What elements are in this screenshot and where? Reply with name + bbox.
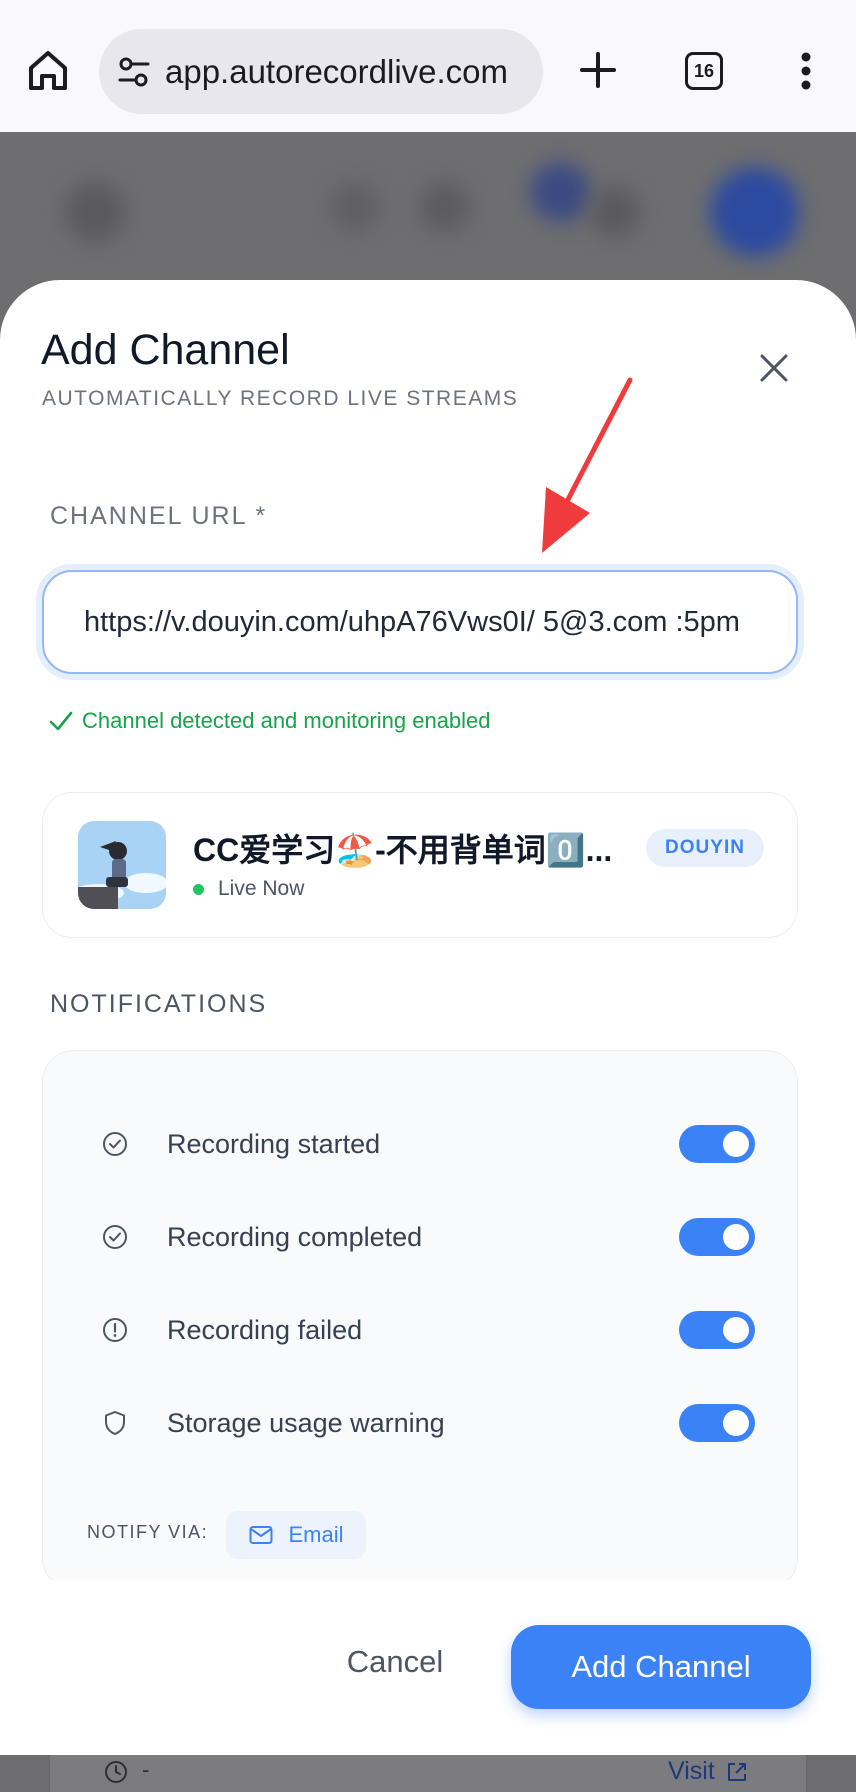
detected-text: Channel detected and monitoring enabled — [82, 708, 491, 733]
shield-icon — [105, 1411, 125, 1435]
background-list-row: - Visit — [48, 1755, 808, 1792]
platform-badge: DOUYIN — [646, 829, 764, 867]
tab-count: 16 — [693, 60, 715, 81]
channel-url-label: CHANNEL URL * — [50, 502, 268, 530]
channel-name: CC爱学习🏖️-不用背单词0️⃣... — [193, 832, 613, 868]
address-bar[interactable]: app.autorecordlive.com — [99, 29, 543, 114]
blurred-icon — [420, 182, 470, 232]
time-value: - — [142, 1757, 150, 1782]
dialog-footer: Cancel Add Channel — [0, 1580, 856, 1755]
blurred-icon — [590, 187, 640, 237]
live-dot-icon — [193, 883, 204, 895]
channel-detected-message: Channel detected and monitoring enabled — [48, 708, 491, 734]
notification-row-recording-completed: Recording completed — [43, 1207, 799, 1267]
blurred-icon — [65, 182, 125, 242]
notification-label: Recording completed — [167, 1221, 423, 1252]
notification-row-recording-started: Recording started — [43, 1114, 799, 1174]
notification-label: Recording started — [167, 1128, 381, 1159]
visit-link[interactable]: Visit — [668, 1757, 749, 1786]
notification-row-recording-failed: Recording failed — [43, 1300, 799, 1360]
toggle-knob — [723, 1410, 749, 1436]
notifications-label: NOTIFICATIONS — [50, 990, 268, 1018]
alert-circle-icon — [103, 1318, 127, 1342]
clock-icon — [105, 1761, 127, 1783]
live-status-text: Live Now — [218, 877, 305, 900]
email-notify-chip[interactable]: Email — [226, 1511, 366, 1559]
close-icon[interactable] — [756, 350, 792, 386]
storage-warning-toggle[interactable] — [679, 1404, 755, 1442]
add-channel-dialog: Add Channel AUTOMATICALLY RECORD LIVE ST… — [0, 280, 856, 1755]
toggle-knob — [723, 1131, 749, 1157]
toggle-knob — [723, 1224, 749, 1250]
recording-started-toggle[interactable] — [679, 1125, 755, 1163]
notification-label: Storage usage warning — [167, 1407, 445, 1438]
check-circle-icon — [103, 1132, 127, 1156]
address-url[interactable]: app.autorecordlive.com — [165, 53, 508, 91]
toggle-knob — [723, 1317, 749, 1343]
tab-switcher-button[interactable]: 16 — [685, 52, 723, 90]
dialog-title: Add Channel — [41, 326, 290, 374]
notify-via-label: NOTIFY VIA: — [87, 1522, 209, 1542]
check-icon — [49, 711, 73, 731]
visit-label: Visit — [668, 1757, 715, 1785]
mail-icon — [249, 1526, 273, 1544]
channel-preview-card: CC爱学习🏖️-不用背单词0️⃣... Live Now DOUYIN — [42, 792, 798, 938]
browser-toolbar: app.autorecordlive.com 16 — [0, 0, 856, 132]
blurred-avatar — [710, 167, 800, 257]
notifications-panel: Recording started Recording completed Re… — [42, 1050, 798, 1590]
new-tab-icon[interactable] — [578, 50, 618, 90]
channel-avatar — [78, 821, 166, 909]
channel-url-input[interactable] — [42, 570, 798, 674]
add-channel-button[interactable]: Add Channel — [511, 1625, 811, 1709]
cancel-button[interactable]: Cancel — [330, 1632, 460, 1692]
live-status: Live Now — [193, 877, 304, 901]
check-circle-icon — [103, 1225, 127, 1249]
notification-label: Recording failed — [167, 1314, 363, 1345]
home-icon[interactable] — [26, 48, 70, 92]
blurred-icon — [530, 162, 590, 222]
notification-row-storage-warning: Storage usage warning — [43, 1393, 799, 1453]
email-chip-label: Email — [288, 1522, 344, 1547]
annotation-arrow-icon — [542, 377, 633, 553]
blurred-icon — [330, 182, 380, 232]
recording-completed-toggle[interactable] — [679, 1218, 755, 1256]
dialog-subtitle: AUTOMATICALLY RECORD LIVE STREAMS — [42, 387, 519, 410]
more-menu-icon[interactable] — [788, 50, 824, 92]
external-link-icon — [727, 1762, 746, 1781]
site-settings-icon[interactable] — [117, 55, 151, 89]
recording-failed-toggle[interactable] — [679, 1311, 755, 1349]
